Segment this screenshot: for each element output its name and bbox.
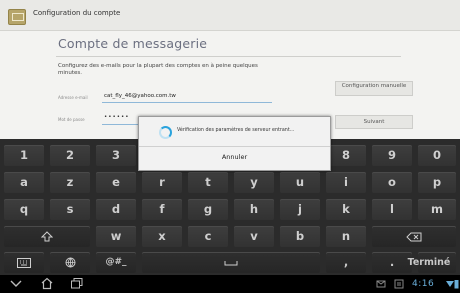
key-d[interactable]: d	[96, 199, 136, 220]
home-icon[interactable]	[40, 277, 54, 290]
cancel-button[interactable]: Annuler	[139, 147, 330, 170]
back-icon[interactable]	[9, 277, 23, 289]
key-8[interactable]: 8	[326, 145, 366, 166]
password-field[interactable]: ••••••	[104, 114, 129, 120]
wifi-icon	[446, 281, 454, 287]
clock: 4:16	[412, 279, 435, 289]
next-button[interactable]: Suivant	[335, 115, 413, 129]
recent-apps-icon[interactable]	[70, 277, 84, 290]
period-key[interactable]: .	[372, 252, 412, 273]
title-bar-text: Configuration du compte	[33, 9, 121, 17]
key-g[interactable]: g	[188, 199, 228, 220]
key-9[interactable]: 9	[372, 145, 412, 166]
email-field-underline	[102, 102, 272, 103]
comma-key[interactable]: ,	[326, 252, 366, 273]
key-t[interactable]: t	[188, 172, 228, 193]
manual-setup-button[interactable]: Configuration manuelle	[335, 81, 413, 96]
keyboard-settings-key[interactable]	[4, 252, 44, 273]
key-o[interactable]: o	[372, 172, 412, 193]
email-field[interactable]: cat_fly_46@yahoo.com.tw	[104, 93, 176, 99]
done-key[interactable]: Terminé	[408, 252, 456, 273]
progress-dialog: Vérification des paramètres de serveur e…	[138, 116, 331, 171]
email-app-icon	[8, 9, 26, 25]
key-j[interactable]: j	[280, 199, 320, 220]
loading-spinner-icon	[159, 126, 172, 139]
key-z[interactable]: z	[50, 172, 90, 193]
page-description: Configurez des e-mails pour la plupart d…	[58, 63, 258, 76]
key-y[interactable]: y	[234, 172, 274, 193]
key-q[interactable]: q	[4, 199, 44, 220]
usb-icon	[394, 279, 404, 289]
key-0[interactable]: 0	[418, 145, 456, 166]
key-u[interactable]: u	[280, 172, 320, 193]
key-m[interactable]: m	[418, 199, 456, 220]
password-field-underline	[102, 124, 142, 125]
key-k[interactable]: k	[326, 199, 366, 220]
shift-key[interactable]	[4, 226, 90, 247]
page-title: Compte de messagerie	[58, 36, 208, 51]
key-w[interactable]: w	[96, 226, 136, 247]
symbols-key[interactable]: @#_	[96, 252, 136, 273]
screen: Configuration du compte Compte de messag…	[0, 0, 460, 293]
dialog-body: Vérification des paramètres de serveur e…	[139, 117, 330, 147]
battery-icon	[454, 280, 459, 289]
dialog-message: Vérification des paramètres de serveur e…	[177, 128, 295, 133]
key-f[interactable]: f	[142, 199, 182, 220]
title-bar: Configuration du compte	[0, 0, 460, 31]
key-l[interactable]: l	[372, 199, 412, 220]
space-key[interactable]	[142, 252, 320, 273]
backspace-icon	[406, 232, 422, 241]
key-x[interactable]: x	[142, 226, 182, 247]
language-key[interactable]	[50, 252, 90, 273]
key-1[interactable]: 1	[4, 145, 44, 166]
backspace-key[interactable]	[372, 226, 456, 247]
key-i[interactable]: i	[326, 172, 366, 193]
space-icon	[224, 260, 238, 265]
key-a[interactable]: a	[4, 172, 44, 193]
email-label: Adresse e-mail	[58, 95, 88, 100]
key-p[interactable]: p	[418, 172, 456, 193]
shift-icon	[40, 231, 54, 242]
heading-divider	[56, 56, 401, 57]
done-key-label: Terminé	[407, 257, 451, 268]
key-h[interactable]: h	[234, 199, 274, 220]
system-bar: 4:16	[0, 275, 460, 293]
key-e[interactable]: e	[96, 172, 136, 193]
key-3[interactable]: 3	[96, 145, 136, 166]
key-r[interactable]: r	[142, 172, 182, 193]
password-label: Mot de passe	[58, 117, 85, 122]
keyboard-icon	[17, 257, 31, 268]
email-notification-icon	[376, 280, 386, 288]
key-v[interactable]: v	[234, 226, 274, 247]
key-s[interactable]: s	[50, 199, 90, 220]
key-b[interactable]: b	[280, 226, 320, 247]
globe-icon	[65, 257, 75, 268]
key-2[interactable]: 2	[50, 145, 90, 166]
key-c[interactable]: c	[188, 226, 228, 247]
key-n[interactable]: n	[326, 226, 366, 247]
